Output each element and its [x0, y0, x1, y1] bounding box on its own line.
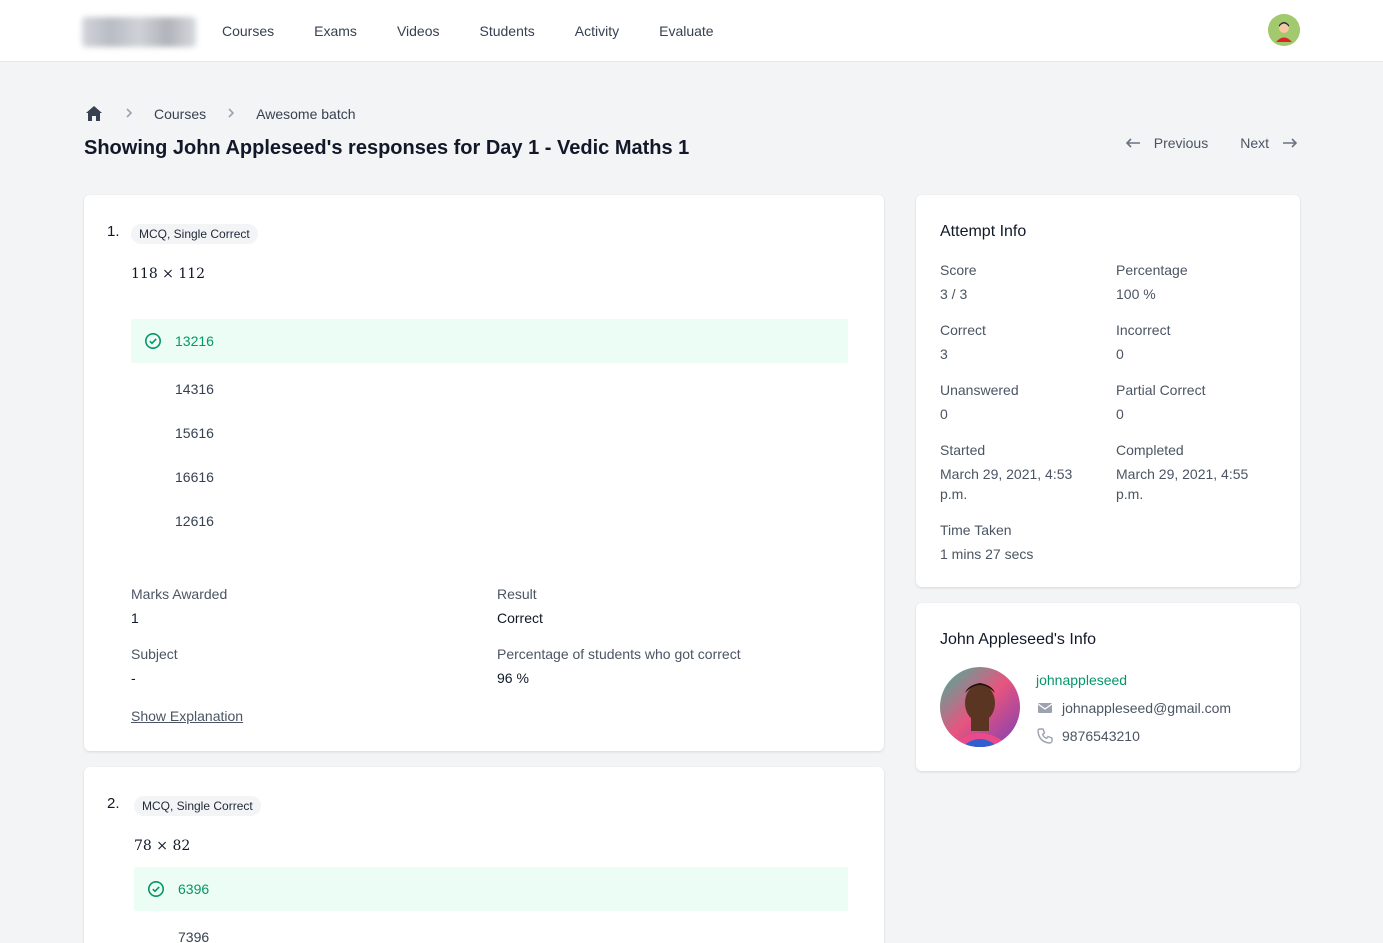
user-avatar[interactable] — [1268, 14, 1300, 46]
arrow-right-icon — [1283, 138, 1298, 148]
question-card-1: 1. MCQ, Single Correct 118 × 112 13216 1… — [84, 195, 884, 751]
incorrect-value: 0 — [1116, 346, 1124, 362]
option-label: 14316 — [175, 381, 214, 397]
incorrect-label: Incorrect — [1116, 322, 1171, 338]
time-taken-value: 1 mins 27 secs — [940, 546, 1034, 562]
nav-courses[interactable]: Courses — [202, 23, 294, 39]
started-label: Started — [940, 442, 986, 458]
correct-label: Correct — [940, 322, 986, 338]
user-photo — [940, 667, 1020, 747]
option: 15616 — [131, 411, 848, 455]
option-label: 7396 — [178, 929, 210, 943]
next-label: Next — [1240, 135, 1269, 151]
option-correct: 6396 — [134, 867, 848, 911]
result-value: Correct — [497, 610, 543, 626]
marks-label: Marks Awarded — [131, 586, 228, 602]
completed-label: Completed — [1116, 442, 1184, 458]
check-circle-icon — [148, 881, 164, 897]
score-value: 3 / 3 — [940, 286, 968, 302]
partial-correct-label: Partial Correct — [1116, 382, 1206, 398]
time-taken-label: Time Taken — [940, 522, 1012, 538]
arrow-left-icon — [1125, 138, 1140, 148]
top-navbar: Courses Exams Videos Students Activity E… — [0, 0, 1383, 62]
option-label: 15616 — [175, 425, 214, 441]
subject-label: Subject — [131, 646, 178, 662]
show-explanation-link[interactable]: Show Explanation — [131, 708, 243, 724]
option-label: 13216 — [175, 333, 214, 349]
breadcrumb-courses[interactable]: Courses — [154, 106, 206, 122]
option-correct: 13216 — [131, 319, 848, 363]
user-photo-image — [940, 667, 1020, 747]
marks-value: 1 — [131, 610, 139, 626]
option-label: 6396 — [178, 881, 210, 897]
question-number: 2. — [107, 795, 120, 812]
home-icon[interactable] — [84, 104, 104, 124]
attempt-info-title: Attempt Info — [940, 223, 1027, 240]
percentage-label: Percentage — [1116, 262, 1188, 278]
chevron-right-icon — [226, 107, 236, 121]
phone-icon — [1037, 728, 1053, 744]
result-label: Result — [497, 586, 537, 602]
question-type-badge: MCQ, Single Correct — [134, 796, 261, 816]
user-info-title: John Appleseed's Info — [940, 631, 1097, 648]
page-title: Showing John Appleseed's responses for D… — [84, 137, 690, 159]
mail-icon — [1037, 703, 1053, 713]
username-link[interactable]: johnappleseed — [1036, 672, 1127, 688]
user-email: johnappleseed@gmail.com — [1062, 700, 1232, 716]
started-value: March 29, 2021, 4:53 p.m. — [940, 466, 1073, 502]
attempt-info-card: Attempt Info Score 3 / 3 Percentage 100 … — [916, 195, 1300, 587]
nav-activity[interactable]: Activity — [555, 23, 639, 39]
previous-label: Previous — [1153, 135, 1209, 151]
previous-button[interactable]: Previous — [1124, 134, 1208, 152]
option-label: 16616 — [175, 469, 214, 485]
percentage-value: 100 % — [1116, 286, 1156, 302]
subject-value: - — [131, 670, 136, 686]
nav-videos[interactable]: Videos — [377, 23, 460, 39]
next-button[interactable]: Next — [1240, 134, 1299, 152]
correct-value: 3 — [940, 346, 948, 362]
completed-value: March 29, 2021, 4:55 p.m. — [1116, 466, 1249, 502]
nav-evaluate[interactable]: Evaluate — [639, 23, 733, 39]
breadcrumb-batch[interactable]: Awesome batch — [256, 106, 355, 122]
unanswered-value: 0 — [940, 406, 948, 422]
percentage-correct-label: Percentage of students who got correct — [497, 646, 741, 662]
nav-links: Courses Exams Videos Students Activity E… — [202, 0, 734, 62]
percentage-correct-value: 96 % — [497, 670, 529, 686]
breadcrumb: Courses Awesome batch — [84, 104, 356, 124]
question-type-badge: MCQ, Single Correct — [131, 224, 258, 244]
question-text: 118 × 112 — [131, 266, 206, 282]
nav-students[interactable]: Students — [460, 23, 555, 39]
unanswered-label: Unanswered — [940, 382, 1019, 398]
user-info-card: John Appleseed's Info johnappleseed john… — [916, 603, 1300, 771]
user-email-row: johnappleseed@gmail.com — [1036, 699, 1231, 717]
nav-exams[interactable]: Exams — [294, 23, 377, 39]
question-number: 1. — [107, 223, 120, 240]
question-card-2: 2. MCQ, Single Correct 78 × 82 6396 7396 — [84, 767, 884, 943]
pager: Previous Next — [1124, 134, 1299, 152]
score-label: Score — [940, 262, 977, 278]
option: 12616 — [131, 499, 848, 543]
logo[interactable] — [82, 17, 196, 47]
avatar-icon — [1268, 14, 1300, 46]
chevron-right-icon — [124, 107, 134, 121]
user-phone-row: 9876543210 — [1036, 727, 1140, 745]
option: 7396 — [134, 915, 851, 943]
check-circle-icon — [145, 333, 161, 349]
partial-correct-value: 0 — [1116, 406, 1124, 422]
user-phone: 9876543210 — [1062, 728, 1140, 744]
question-text: 78 × 82 — [134, 838, 191, 854]
option-label: 12616 — [175, 513, 214, 529]
option: 14316 — [131, 367, 848, 411]
option: 16616 — [131, 455, 848, 499]
